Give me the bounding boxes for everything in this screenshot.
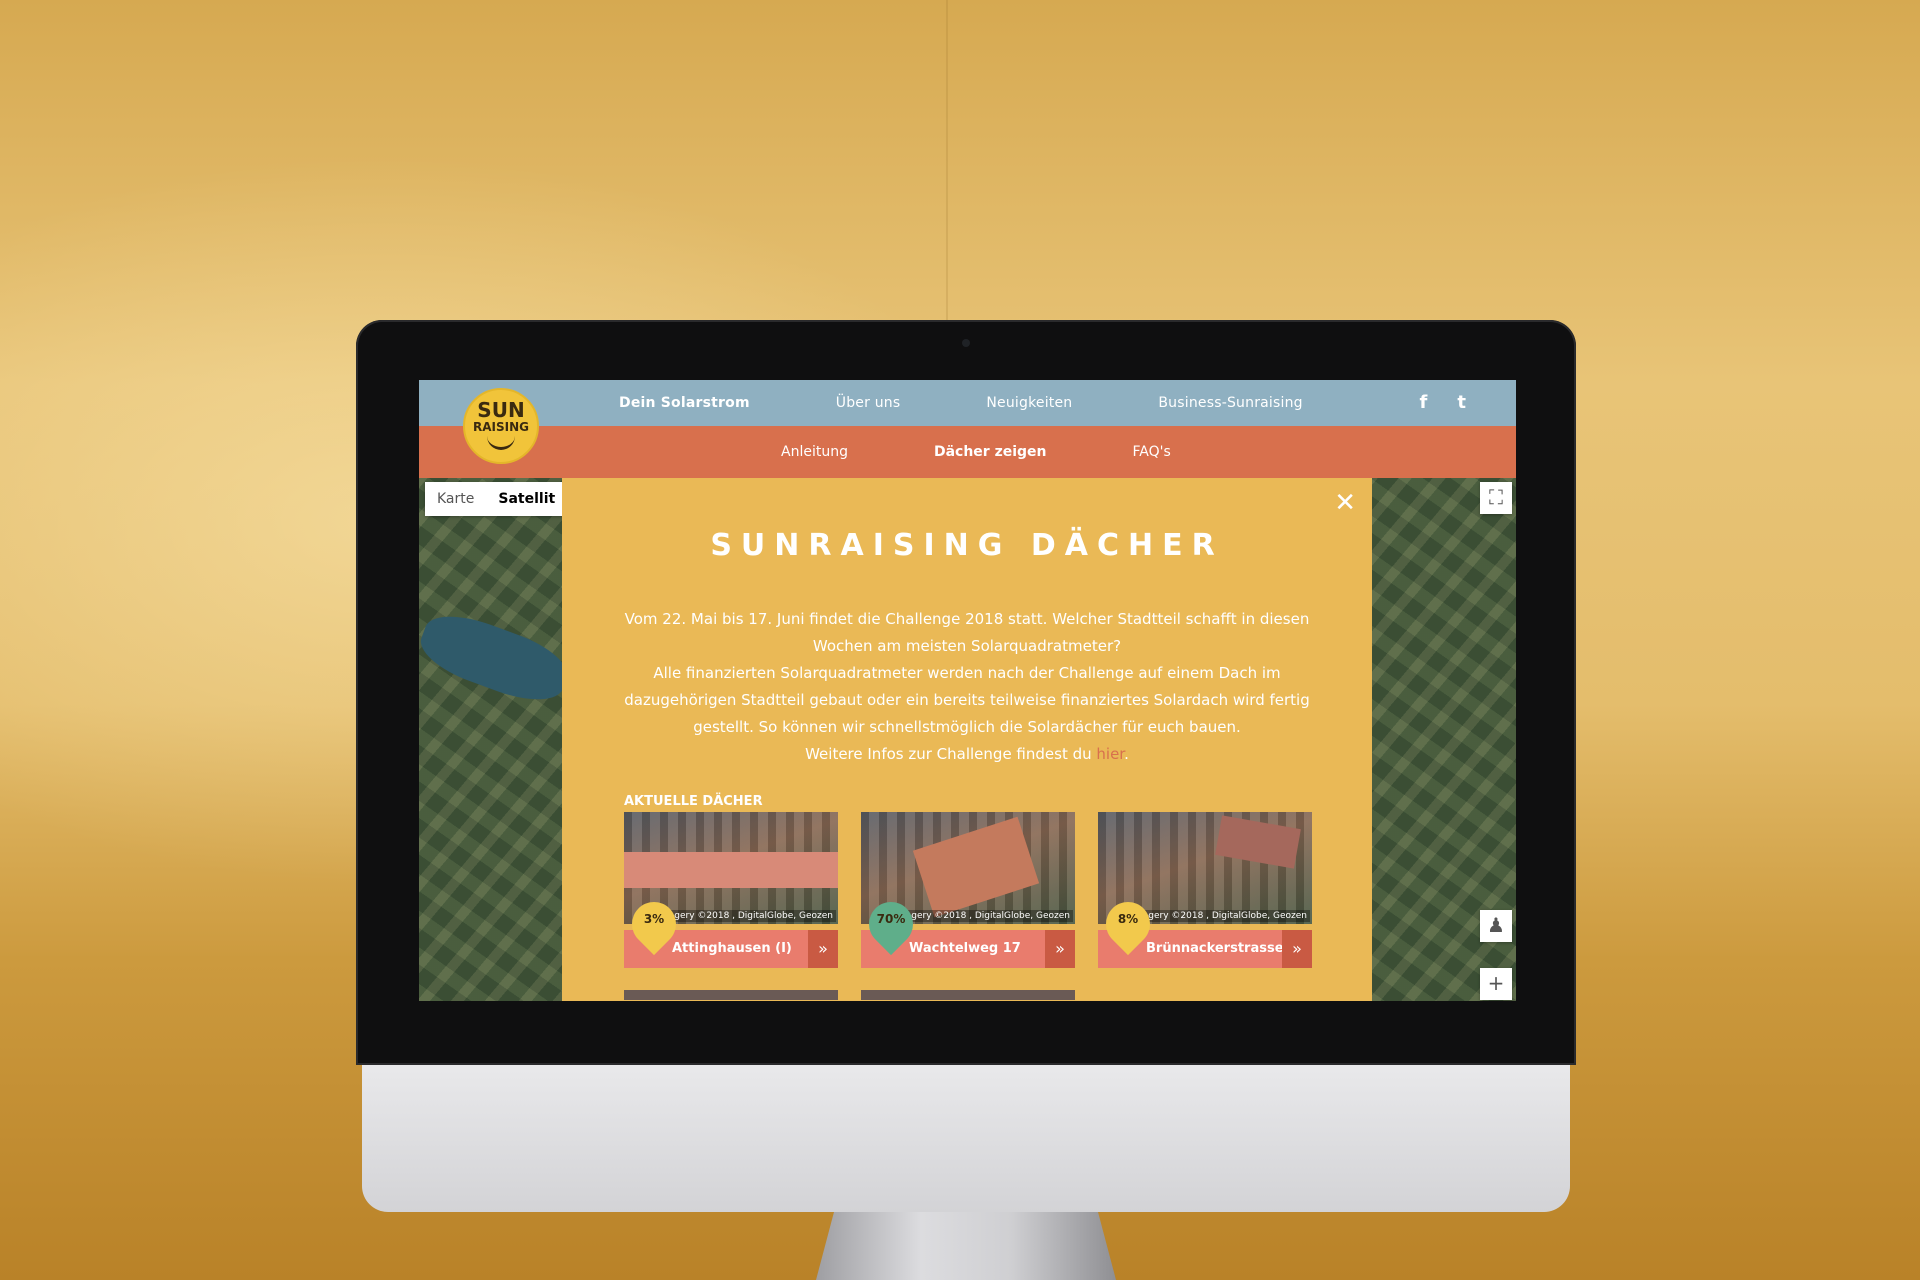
apple-logo-icon — [947, 1117, 1007, 1187]
nav-anleitung[interactable]: Anleitung — [781, 444, 848, 460]
imac-device: Karte Satellit ⛶ ♟ + Dein Solarstrom Übe… — [356, 320, 1576, 1280]
imagery-credit: Imagery ©2018 , DigitalGlobe, Geozen — [1128, 910, 1310, 922]
imac-stand — [816, 1212, 1116, 1280]
roof-card-partial — [861, 990, 1075, 1000]
progress-percent: 3% — [643, 912, 665, 926]
facebook-icon[interactable]: f — [1420, 392, 1428, 414]
map-type-karte[interactable]: Karte — [425, 482, 486, 516]
section-label-current-roofs: AKTUELLE DÄCHER — [624, 794, 763, 809]
description-line: Alle finanzierten Solarquadratmeter werd… — [653, 664, 1281, 682]
wall-seam — [946, 0, 948, 330]
roof-card[interactable]: Imagery ©2018 , DigitalGlobe, Geozen Att… — [622, 812, 838, 974]
primary-nav: Dein Solarstrom Über uns Neuigkeiten Bus… — [419, 380, 1516, 426]
map-type-satellit[interactable]: Satellit — [486, 482, 567, 516]
nav-business-sunraising[interactable]: Business-Sunraising — [1158, 395, 1302, 411]
description-line: gestellt. So können wir schnellstmöglich… — [693, 718, 1241, 736]
progress-percent: 8% — [1117, 912, 1139, 926]
roof-card[interactable]: Imagery ©2018 , DigitalGlobe, Geozen Wac… — [859, 812, 1075, 974]
nav-dein-solarstrom[interactable]: Dein Solarstrom — [619, 395, 750, 411]
nav-daecher-zeigen[interactable]: Dächer zeigen — [934, 444, 1047, 460]
roof-shape — [1215, 815, 1301, 869]
imac-chin — [362, 1062, 1570, 1212]
nav-neuigkeiten[interactable]: Neuigkeiten — [986, 395, 1072, 411]
chevron-right-icon[interactable]: » — [1282, 930, 1312, 968]
nav-faqs[interactable]: FAQ's — [1133, 444, 1171, 460]
panel-description: Vom 22. Mai bis 17. Juni findet die Chal… — [612, 606, 1322, 768]
info-line: Weitere Infos zur Challenge findest du h… — [612, 741, 1322, 768]
pegman-icon[interactable]: ♟ — [1480, 910, 1512, 942]
fullscreen-icon[interactable]: ⛶ — [1480, 482, 1512, 514]
imagery-credit: Imagery ©2018 , DigitalGlobe, Geozen — [654, 910, 836, 922]
description-line: dazugehörigen Stadtteil gebaut oder ein … — [624, 691, 1310, 709]
map-river — [419, 604, 575, 712]
progress-percent: 70% — [876, 912, 906, 926]
description-line: Vom 22. Mai bis 17. Juni findet die Chal… — [624, 610, 1310, 628]
roofs-info-panel: ✕ SUNRAISING DÄCHER Vom 22. Mai bis 17. … — [562, 478, 1372, 1001]
info-link[interactable]: hier — [1096, 745, 1124, 763]
camera-dot — [962, 339, 970, 347]
roof-card[interactable]: Imagery ©2018 , DigitalGlobe, Geozen Brü… — [1096, 812, 1312, 974]
logo-text-raising: RAISING — [473, 420, 529, 434]
close-icon[interactable]: ✕ — [1334, 490, 1356, 516]
roof-name: Brünnackerstrasse — [1146, 941, 1284, 956]
roof-card-partial — [624, 990, 838, 1000]
imac-bezel: Karte Satellit ⛶ ♟ + Dein Solarstrom Übe… — [356, 320, 1576, 1065]
panel-title: SUNRAISING DÄCHER — [710, 528, 1224, 563]
chevron-right-icon[interactable]: » — [808, 930, 838, 968]
twitter-icon[interactable]: t — [1457, 392, 1466, 414]
website-screen: Karte Satellit ⛶ ♟ + Dein Solarstrom Übe… — [419, 380, 1516, 1001]
roof-shape — [624, 852, 838, 888]
secondary-nav-items: Anleitung Dächer zeigen FAQ's — [781, 426, 1257, 478]
roof-name: Wachtelweg 17 — [909, 941, 1021, 956]
zoom-in-button[interactable]: + — [1480, 968, 1512, 1000]
logo-smile-icon — [487, 434, 515, 450]
roof-name: Attinghausen (I) — [672, 941, 792, 956]
roof-cards: Imagery ©2018 , DigitalGlobe, Geozen Att… — [622, 812, 1324, 1000]
info-suffix: . — [1124, 745, 1129, 763]
info-prefix: Weitere Infos zur Challenge findest du — [805, 745, 1097, 763]
sunraising-logo[interactable]: SUN RAISING — [463, 388, 539, 464]
nav-ueber-uns[interactable]: Über uns — [836, 395, 901, 411]
roof-shape — [912, 816, 1040, 918]
secondary-nav: Anleitung Dächer zeigen FAQ's — [419, 426, 1516, 478]
social-links: f t — [1390, 392, 1466, 414]
description-line: Wochen am meisten Solarquadratmeter? — [812, 637, 1122, 655]
logo-text-sun: SUN — [477, 398, 525, 422]
imagery-credit: Imagery ©2018 , DigitalGlobe, Geozen — [891, 910, 1073, 922]
primary-nav-items: Dein Solarstrom Über uns Neuigkeiten Bus… — [619, 380, 1389, 426]
map-type-control: Karte Satellit — [425, 482, 568, 516]
chevron-right-icon[interactable]: » — [1045, 930, 1075, 968]
